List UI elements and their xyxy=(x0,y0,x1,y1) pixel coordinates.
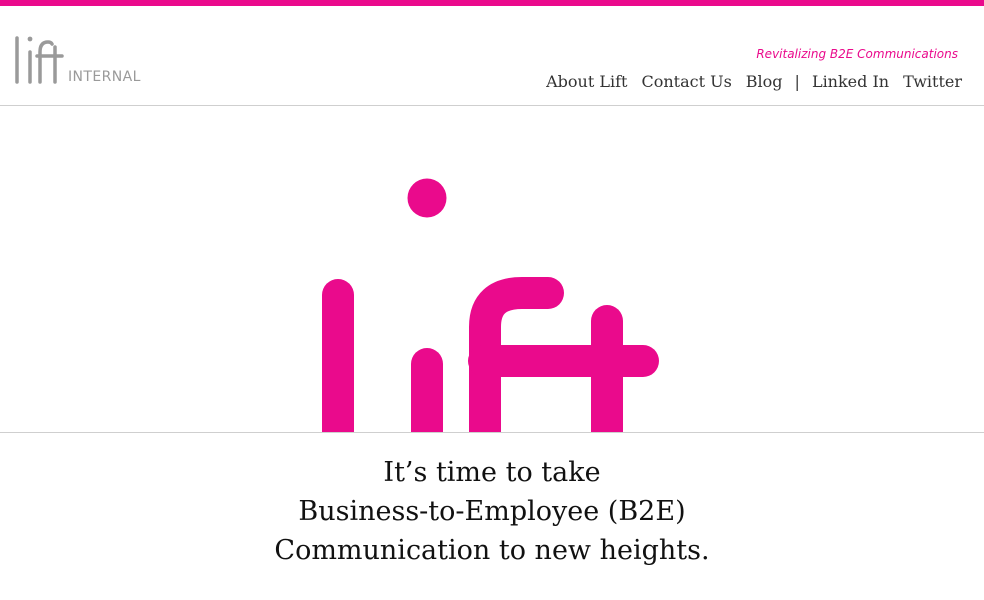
nav-contact-us[interactable]: Contact Us xyxy=(641,72,731,91)
headline-line-2: Business-to-Employee (B2E) xyxy=(298,496,686,527)
hero-lift-logo-icon xyxy=(322,178,659,432)
main-nav: About Lift Contact Us Blog | Linked In T… xyxy=(546,72,962,91)
nav-about-lift[interactable]: About Lift xyxy=(546,72,627,91)
nav-twitter[interactable]: Twitter xyxy=(903,72,962,91)
hero-section xyxy=(0,107,984,432)
nav-blog[interactable]: Blog xyxy=(746,72,783,91)
site-logo[interactable]: INTERNAL xyxy=(14,34,154,86)
nav-separator: | xyxy=(794,72,800,91)
logo-internal-label: INTERNAL xyxy=(68,69,141,85)
hero-headline: It’s time to take Business-to-Employee (… xyxy=(0,453,984,570)
site-header: INTERNAL Revitalizing B2E Communications… xyxy=(0,6,984,106)
headline-line-1: It’s time to take xyxy=(383,457,601,488)
lift-logo-icon xyxy=(15,36,64,84)
tagline: Revitalizing B2E Communications xyxy=(756,47,958,61)
headline-line-3: Communication to new heights. xyxy=(274,535,710,566)
section-divider xyxy=(0,432,984,433)
nav-linked-in[interactable]: Linked In xyxy=(812,72,889,91)
